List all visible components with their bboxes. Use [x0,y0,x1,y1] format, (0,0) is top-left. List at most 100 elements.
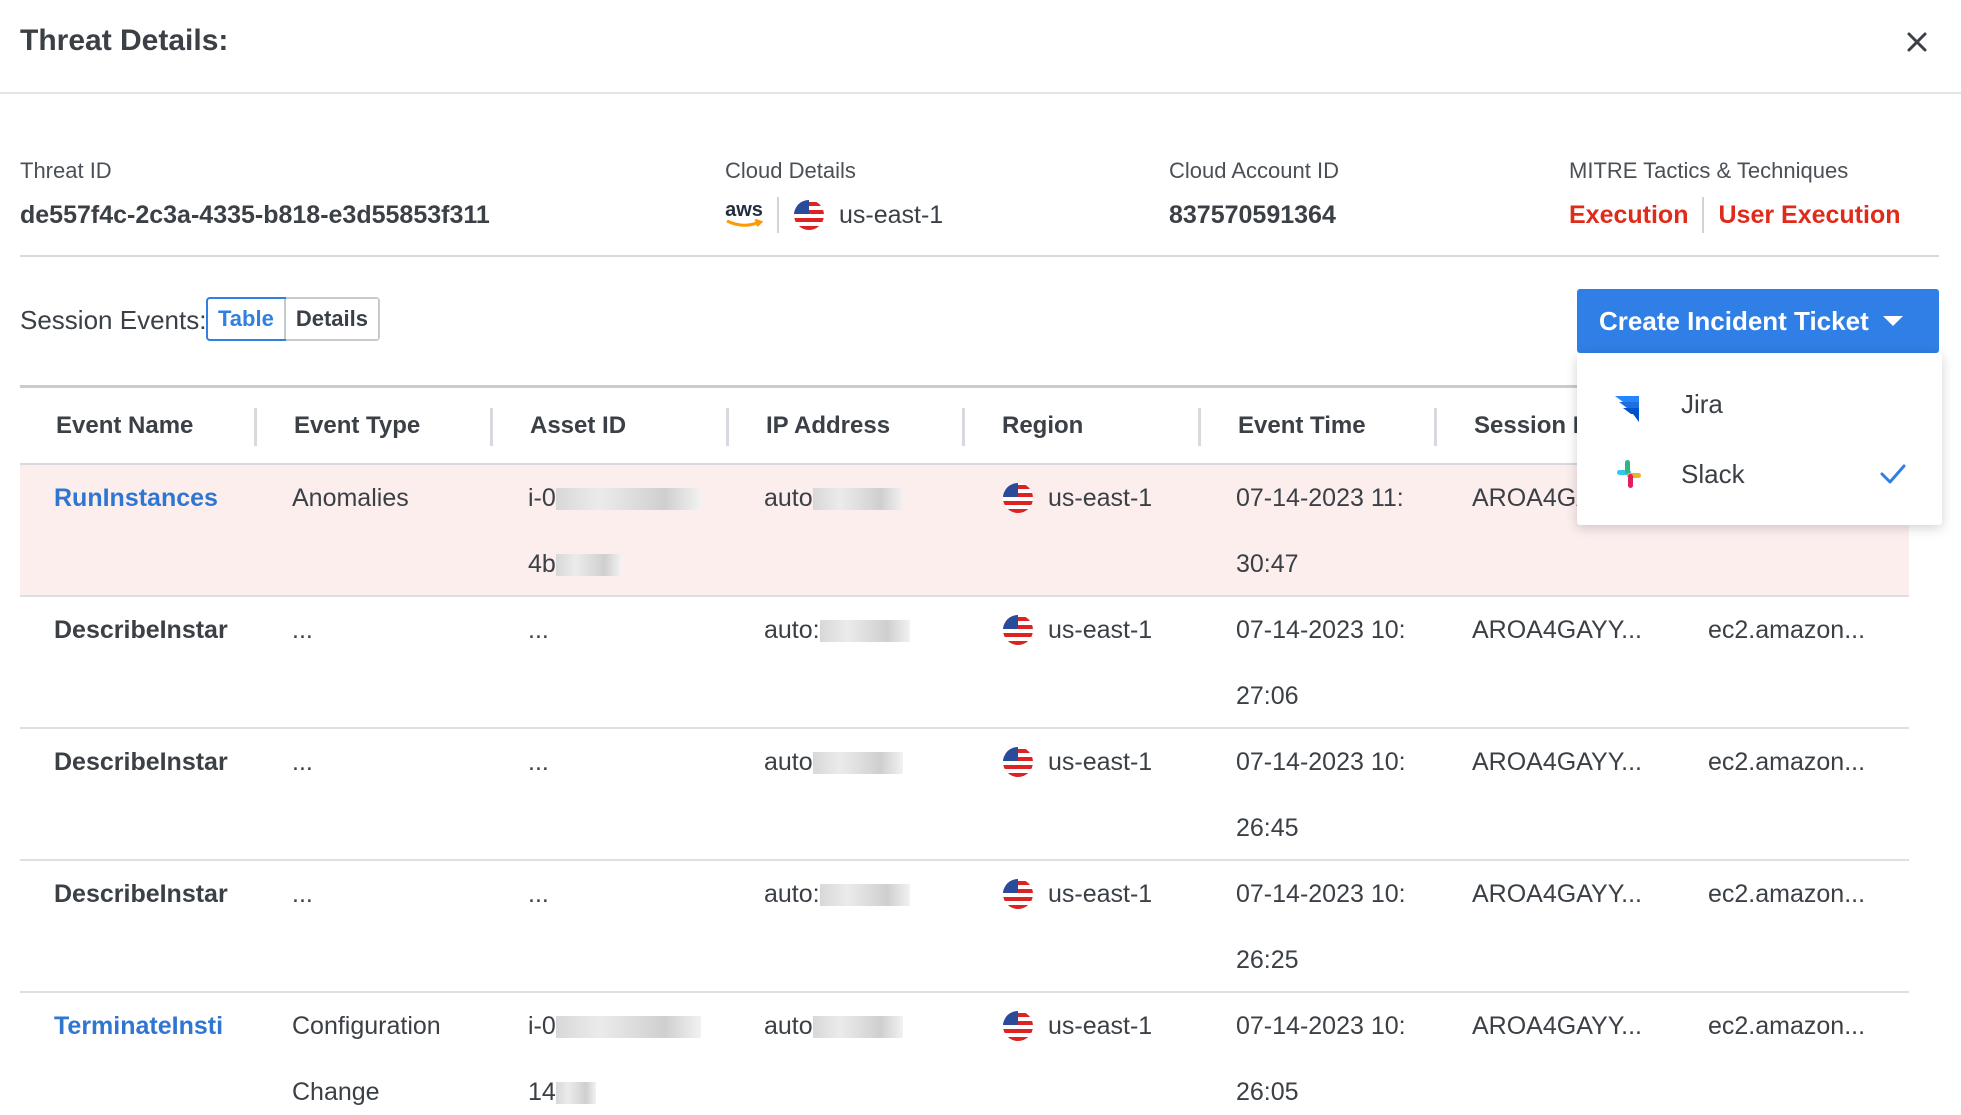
column-resize-handle[interactable] [1198,408,1201,446]
tab-details[interactable]: Details [283,299,378,339]
redacted-block [819,620,910,643]
session-id-cell: AROA4GAYY... [1472,1012,1642,1040]
region-cell: us-east-1 [1002,993,1192,1059]
event-name-link[interactable]: RunInstances [54,465,244,531]
aws-logo-icon: aws [725,200,763,229]
event-time-cell: 07-14-2023 10: [1236,616,1406,644]
threat-id-value: de557f4c-2c3a-4335-b818-e3d55853f311 [20,200,490,229]
event-type-cell: ... [292,880,313,908]
ip-address-cell: auto [764,729,954,795]
dropdown-item-label: Slack [1681,458,1745,489]
redacted-block [812,752,903,775]
event-type-cell: ... [292,616,313,644]
view-toggle: Table Details [206,297,380,341]
event-name-link[interactable]: TerminateInsti [54,993,244,1059]
event-name-cell: DescribeInstar [54,880,228,908]
redacted-block [555,1082,596,1105]
redacted-block [555,1016,701,1039]
mitre-label: MITRE Tactics & Techniques [1569,158,1849,183]
asset-id-cell-line2: 14 [528,1059,718,1115]
event-source-cell: ec2.amazon... [1708,748,1866,776]
mitre-separator [1702,197,1705,233]
column-resize-handle[interactable] [726,408,729,446]
us-flag-icon [1003,747,1033,777]
region-cell: us-east-1 [1002,597,1192,663]
column-header-event-name[interactable]: Event Name [56,412,193,442]
checkmark-icon [1880,464,1906,484]
cloud-separator [777,197,779,233]
session-events-label: Session Events: [20,305,207,335]
cloud-account-label: Cloud Account ID [1169,158,1339,183]
dropdown-item-slack[interactable]: Slack [1577,439,1942,509]
asset-id-cell: ... [528,880,549,908]
table-row[interactable]: TerminateInsti Configuration Change i-0 … [20,993,1909,1115]
column-header-event-time[interactable]: Event Time [1238,412,1366,442]
redacted-block [555,554,621,577]
event-time-cell-line2: 26:05 [1236,1078,1299,1106]
column-resize-handle[interactable] [1434,408,1437,446]
cloud-details-block: Cloud Details aws us-east-1 [725,158,943,233]
us-flag-icon [1003,879,1033,909]
threat-id-block: Threat ID de557f4c-2c3a-4335-b818-e3d558… [20,158,490,232]
asset-id-cell-line2: 4b [528,531,718,597]
asset-id-cell: i-0 [528,993,718,1059]
mitre-tactic-link[interactable]: Execution [1569,201,1688,230]
event-source-cell: ec2.amazon... [1708,880,1866,908]
event-type-cell-line2: Change [292,1078,380,1106]
ip-address-cell: auto [764,993,954,1059]
redacted-block [812,488,903,511]
event-time-cell-line2: 26:25 [1236,946,1299,974]
redacted-block [819,884,910,907]
event-time-cell-line2: 27:06 [1236,682,1299,710]
dropdown-item-jira[interactable]: Jira [1577,369,1942,439]
redacted-block [812,1016,903,1039]
event-name-cell: DescribeInstar [54,616,228,644]
event-time-cell: 07-14-2023 10: [1236,1012,1406,1040]
event-time-cell-line2: 26:45 [1236,814,1299,842]
us-flag-icon [1003,1011,1033,1041]
column-resize-handle[interactable] [490,408,493,446]
event-time-cell: 07-14-2023 10: [1236,880,1406,908]
event-source-cell: ec2.amazon... [1708,1012,1866,1040]
event-time-cell-line2: 30:47 [1236,550,1299,578]
event-type-cell: Configuration [292,1012,441,1040]
region-cell: us-east-1 [1002,465,1192,531]
create-incident-ticket-button[interactable]: Create Incident Ticket [1577,289,1939,353]
session-id-cell: AROA4GAYY... [1472,748,1642,776]
close-button[interactable] [1897,22,1937,62]
event-source-cell: ec2.amazon... [1708,616,1866,644]
region-cell: us-east-1 [1002,861,1192,927]
cloud-account-block: Cloud Account ID 837570591364 [1169,158,1339,232]
us-flag-icon [1003,615,1033,645]
table-row[interactable]: DescribeInstar ... ... auto: us-east-1 0… [20,861,1909,993]
cloud-details-label: Cloud Details [725,158,856,183]
us-flag-icon [794,200,824,230]
caret-down-icon [1882,316,1903,326]
section-divider [20,255,1939,257]
column-header-session-id[interactable]: Session I [1474,412,1579,442]
column-resize-handle[interactable] [962,408,965,446]
close-icon [1907,32,1927,52]
column-header-asset-id[interactable]: Asset ID [530,412,626,442]
ip-address-cell: auto [764,465,954,531]
tab-table[interactable]: Table [206,297,286,341]
table-row[interactable]: DescribeInstar ... ... auto: us-east-1 0… [20,597,1909,729]
create-incident-ticket-label: Create Incident Ticket [1599,305,1869,336]
column-resize-handle[interactable] [254,408,257,446]
session-id-cell: AROA4GAYY... [1472,616,1642,644]
ip-address-cell: auto: [764,597,954,663]
asset-id-cell: i-0 [528,465,718,531]
slack-icon [1617,460,1641,488]
asset-id-cell: ... [528,748,549,776]
jira-icon [1615,396,1639,422]
cloud-account-value: 837570591364 [1169,200,1336,229]
column-header-region[interactable]: Region [1002,412,1083,442]
ip-address-cell: auto: [764,861,954,927]
dropdown-item-label: Jira [1681,388,1723,419]
column-header-ip-address[interactable]: IP Address [766,412,890,442]
event-name-cell: DescribeInstar [54,748,228,776]
table-row[interactable]: DescribeInstar ... ... auto us-east-1 07… [20,729,1909,861]
asset-id-cell: ... [528,616,549,644]
column-header-event-type[interactable]: Event Type [294,412,420,442]
mitre-technique-link[interactable]: User Execution [1718,201,1900,230]
